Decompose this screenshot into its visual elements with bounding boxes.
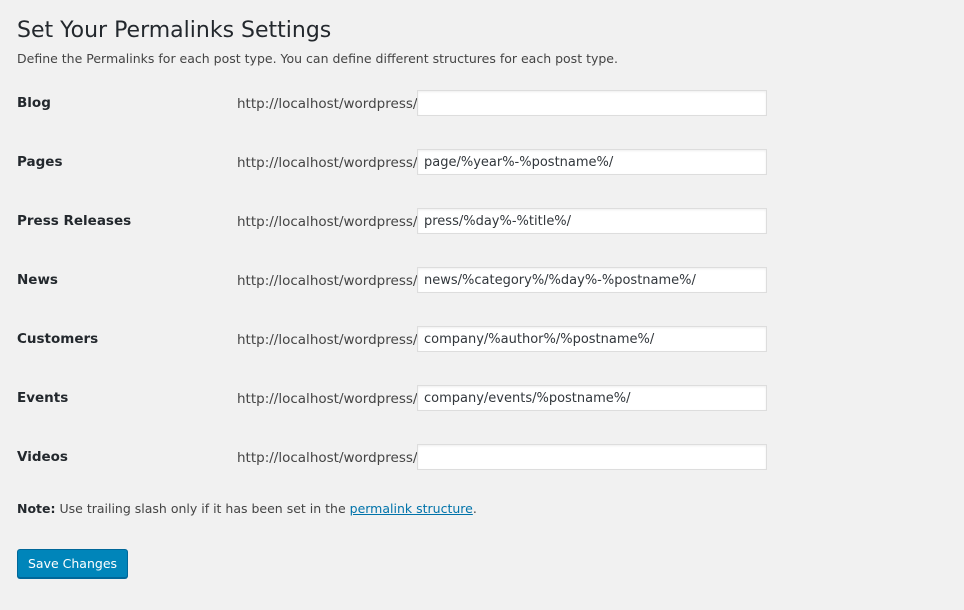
row-label-videos: Videos — [17, 449, 68, 465]
permalink-rows: Blog http://localhost/wordpress/ Pages h… — [17, 90, 957, 503]
row-base-url: http://localhost/wordpress/ — [237, 332, 418, 348]
row-label-blog: Blog — [17, 95, 51, 111]
permalink-structure-link[interactable]: permalink structure — [350, 501, 473, 516]
row-base-url: http://localhost/wordpress/ — [237, 273, 418, 289]
row-label-news: News — [17, 272, 58, 288]
permalink-input-news[interactable] — [417, 267, 767, 293]
permalink-row-videos: Videos http://localhost/wordpress/ — [17, 444, 957, 503]
permalink-input-videos[interactable] — [417, 444, 767, 470]
permalink-row-news: News http://localhost/wordpress/ — [17, 267, 957, 326]
permalink-input-press-releases[interactable] — [417, 208, 767, 234]
row-base-url: http://localhost/wordpress/ — [237, 214, 418, 230]
row-base-url: http://localhost/wordpress/ — [237, 391, 418, 407]
page-title: Set Your Permalinks Settings — [17, 18, 332, 43]
permalink-row-customers: Customers http://localhost/wordpress/ — [17, 326, 957, 385]
permalink-row-events: Events http://localhost/wordpress/ — [17, 385, 957, 444]
note-label: Note: — [17, 501, 56, 516]
page-description: Define the Permalinks for each post type… — [17, 51, 618, 66]
row-label-press-releases: Press Releases — [17, 213, 132, 229]
row-base-url: http://localhost/wordpress/ — [237, 96, 418, 112]
row-label-events: Events — [17, 390, 69, 406]
permalink-input-pages[interactable] — [417, 149, 767, 175]
permalink-row-blog: Blog http://localhost/wordpress/ — [17, 90, 957, 149]
permalink-input-events[interactable] — [417, 385, 767, 411]
note-end: . — [472, 501, 477, 516]
row-base-url: http://localhost/wordpress/ — [237, 450, 418, 466]
permalink-input-customers[interactable] — [417, 326, 767, 352]
permalink-input-blog[interactable] — [417, 90, 767, 116]
permalink-row-pages: Pages http://localhost/wordpress/ — [17, 149, 957, 208]
row-label-customers: Customers — [17, 331, 99, 347]
row-base-url: http://localhost/wordpress/ — [237, 155, 418, 171]
save-changes-button[interactable]: Save Changes — [17, 549, 129, 578]
row-label-pages: Pages — [17, 154, 63, 170]
permalink-row-press-releases: Press Releases http://localhost/wordpres… — [17, 208, 957, 267]
note-text: Use trailing slash only if it has been s… — [55, 501, 350, 516]
trailing-slash-note: Note: Use trailing slash only if it has … — [17, 500, 477, 518]
